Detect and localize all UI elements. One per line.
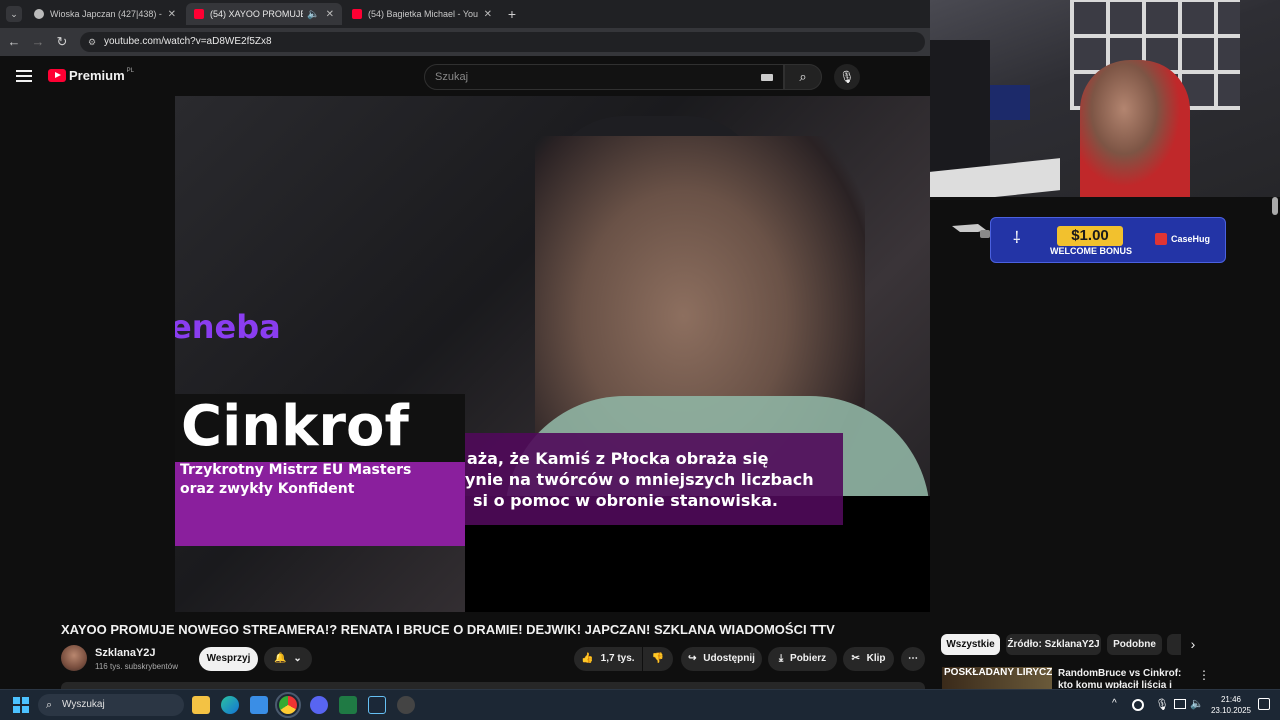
bonus-label: WELCOME BONUS	[1050, 246, 1132, 256]
nameplate-subtitle-1: Trzykrotny Mistrz EU Masters	[180, 462, 412, 478]
discord-icon[interactable]	[310, 696, 328, 714]
tab-xayoo[interactable]: (54) XAYOO PROMUJE NOW 🔈 ✕	[186, 3, 342, 25]
windows-start-icon[interactable]	[13, 697, 29, 713]
share-icon: ↪	[688, 653, 697, 664]
network-icon[interactable]	[1174, 699, 1186, 709]
knife-small-icon: ⸸	[1013, 230, 1021, 247]
bell-icon: 🔔	[274, 653, 287, 664]
excel-icon[interactable]	[339, 696, 357, 714]
windows-taskbar: ⌕ Wyszukaj ^ 🎙 🔈 21:46 23.10.2025	[0, 689, 1280, 720]
caption-line-1: aża, że Kamiś z Płocka obraża się	[467, 449, 769, 468]
chip-source[interactable]: Źródło: SzklanaY2J	[1006, 634, 1101, 655]
back-icon[interactable]: ←	[6, 34, 22, 50]
forward-icon[interactable]: →	[30, 34, 46, 50]
thumbs-up-icon: 👍	[581, 653, 594, 664]
app-icon[interactable]	[397, 696, 415, 714]
chrome-icon[interactable]	[275, 692, 301, 718]
description-box[interactable]	[61, 682, 925, 689]
recommendation-title[interactable]: RandomBruce vs Cinkrof: kto komu wpłacił…	[1058, 668, 1193, 688]
speaker-icon[interactable]: 🔈	[307, 9, 319, 20]
mic-icon: 🎙	[839, 70, 855, 84]
recommendation-thumbnail[interactable]: POSKŁADANY LIRYCZNIE	[942, 667, 1052, 689]
taskbar-search[interactable]: ⌕ Wyszukaj	[38, 694, 184, 716]
notifications-button[interactable]: 🔔 ⌄	[264, 647, 312, 671]
video-player[interactable]: eneba Cinkrof Trzykrotny Mistrz EU Maste…	[175, 96, 930, 612]
tab-wioska[interactable]: Wioska Japczan (427|438) - Ple ✕	[26, 3, 184, 25]
download-button[interactable]: ⤓ Pobierz	[768, 647, 837, 671]
thumbs-down-icon: 👎	[651, 653, 665, 664]
new-tab-icon[interactable]: +	[504, 6, 520, 22]
more-vert-icon[interactable]: ⋮	[1198, 668, 1210, 682]
support-button[interactable]: Wesprzyj	[199, 647, 258, 671]
voice-search-button[interactable]: 🎙	[834, 64, 860, 90]
steam-icon[interactable]	[368, 696, 386, 714]
store-icon[interactable]	[250, 696, 268, 714]
chevron-down-icon: ⌄	[293, 653, 302, 664]
more-icon: ⋯	[908, 653, 918, 664]
webcam-chair	[930, 40, 990, 180]
file-explorer-icon[interactable]	[192, 696, 210, 714]
caption-line-2: ynie na twórców o mniejszych liczbach	[465, 470, 814, 489]
mic-icon[interactable]: 🎙	[1155, 698, 1169, 711]
share-button[interactable]: ↪ Udostępnij	[681, 647, 762, 671]
nameplate-name: Cinkrof	[181, 394, 409, 459]
chip-related[interactable]: Podobne	[1107, 634, 1162, 655]
close-icon[interactable]: ✕	[326, 9, 334, 20]
address-bar-row: ← → ↻ ⚙ youtube.com/watch?v=aD8WE2f5Zx8	[0, 28, 930, 56]
caption-line-3: si o pomoc w obronie stanowiska.	[473, 491, 778, 510]
clip-button[interactable]: ✂ Klip	[843, 647, 894, 671]
volume-icon[interactable]: 🔈	[1190, 697, 1204, 710]
sponsor-logo: eneba	[175, 308, 281, 346]
casehug-logo-icon	[1155, 233, 1167, 245]
more-actions-button[interactable]: ⋯	[901, 647, 925, 671]
caption-box: aża, że Kamiś z Płocka obraża się ynie n…	[465, 433, 843, 525]
tab-bagietka[interactable]: (54) Bagietka Michael - YouTub ✕	[344, 3, 500, 25]
youtube-masthead: Premium PL Szukaj ⌕ 🎙	[0, 56, 930, 96]
scrollbar-thumb[interactable]	[1272, 197, 1278, 215]
youtube-favicon-icon	[352, 9, 362, 19]
globe-icon	[34, 9, 44, 19]
edge-icon[interactable]	[221, 696, 239, 714]
site-info-icon[interactable]: ⚙	[88, 32, 96, 52]
dislike-button[interactable]: 👎	[643, 647, 673, 671]
taskbar-clock[interactable]: 21:46 23.10.2025	[1206, 694, 1256, 716]
youtube-favicon-icon	[194, 9, 204, 19]
scissors-icon: ✂	[851, 653, 860, 664]
url-field[interactable]: ⚙ youtube.com/watch?v=aD8WE2f5Zx8	[80, 32, 925, 52]
knife-icon	[952, 224, 990, 238]
reload-icon[interactable]: ↻	[54, 34, 70, 50]
tab-list-icon[interactable]: ⌄	[6, 6, 22, 22]
bonus-amount: $1.00	[1057, 226, 1123, 246]
close-icon[interactable]: ✕	[168, 9, 176, 20]
avatar[interactable]	[61, 645, 87, 671]
search-input[interactable]: Szukaj	[424, 64, 784, 90]
youtube-play-icon	[48, 69, 66, 82]
download-icon: ⤓	[778, 653, 784, 664]
tray-app-icon[interactable]	[1132, 699, 1144, 711]
streamer-webcam	[930, 0, 1280, 197]
subscriber-count: 116 tys. subskrybentów	[95, 662, 179, 671]
browser-tab-bar: ⌄ Wioska Japczan (427|438) - Ple ✕ (54) …	[0, 0, 930, 28]
menu-icon[interactable]	[16, 68, 32, 82]
close-icon[interactable]: ✕	[484, 9, 492, 20]
video-title: XAYOO PROMUJE NOWEGO STREAMERA!? RENATA …	[61, 622, 835, 637]
casehug-brand: CaseHug	[1171, 234, 1211, 244]
search-icon: ⌕	[46, 699, 53, 711]
chevron-right-icon[interactable]: ›	[1185, 636, 1201, 652]
webcam-pc	[990, 85, 1030, 120]
search-button[interactable]: ⌕	[784, 64, 822, 90]
nameplate-subtitle-2: oraz zwykły Konfident	[180, 481, 355, 497]
search-icon: ⌕	[799, 69, 807, 84]
keyboard-icon[interactable]	[761, 74, 773, 81]
notification-icon[interactable]	[1258, 698, 1270, 710]
webcam-streamer	[1080, 60, 1190, 197]
chevron-up-icon[interactable]: ^	[1112, 698, 1117, 709]
youtube-logo[interactable]: Premium PL	[48, 68, 134, 83]
channel-name[interactable]: SzklanaY2J	[95, 647, 156, 659]
like-button[interactable]: 👍 1,7 tys.	[574, 647, 642, 671]
casehug-banner[interactable]: ⸸ $1.00 WELCOME BONUS CaseHug	[990, 217, 1226, 263]
chip-all[interactable]: Wszystkie	[941, 634, 1000, 655]
chip-partial[interactable]	[1167, 634, 1181, 655]
